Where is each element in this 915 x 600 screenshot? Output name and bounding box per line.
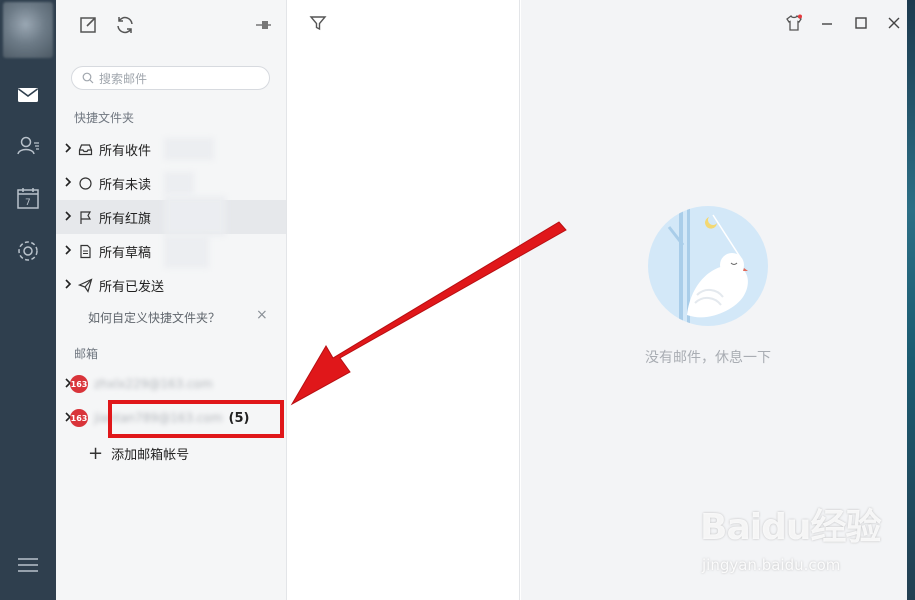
- menu-hamburger-icon[interactable]: [16, 556, 40, 574]
- folders-panel: 搜索邮件 快捷文件夹 所有收件 所有未读 所有红旗 所有草稿 所有已发送 如何自…: [56, 0, 287, 600]
- close-icon[interactable]: ×: [256, 307, 268, 323]
- mailbox-title: 邮箱: [74, 347, 99, 361]
- chevron-right-icon[interactable]: [56, 142, 76, 156]
- redaction-blur: [164, 236, 209, 268]
- plus-icon: +: [88, 442, 104, 464]
- settings-gear-icon[interactable]: [14, 237, 42, 265]
- folder-label: 所有已发送: [99, 279, 165, 295]
- chevron-right-icon[interactable]: [56, 278, 76, 292]
- folder-all-sent[interactable]: 所有已发送: [56, 268, 286, 302]
- folder-label: 所有未读: [99, 177, 152, 193]
- svg-text:7: 7: [25, 198, 31, 208]
- redaction-blur: [164, 196, 226, 236]
- 163-logo-badge: 163: [70, 375, 88, 393]
- add-mail-account-button[interactable]: + 添加邮箱帐号: [88, 444, 189, 463]
- avatar[interactable]: [3, 2, 53, 58]
- redaction-blur: [164, 172, 194, 194]
- highlight-box: [108, 400, 284, 438]
- maximize-icon[interactable]: [852, 14, 870, 32]
- search-icon: [82, 72, 94, 84]
- chevron-right-icon[interactable]: [56, 210, 76, 224]
- minimize-icon[interactable]: [818, 14, 836, 32]
- contacts-icon[interactable]: [14, 132, 42, 160]
- flag-icon: [76, 209, 94, 225]
- left-rail: 7: [0, 0, 56, 600]
- circle-icon: [76, 175, 94, 191]
- chevron-right-icon[interactable]: [56, 176, 76, 190]
- refresh-icon[interactable]: [114, 14, 136, 36]
- folder-label: 所有草稿: [99, 245, 152, 261]
- message-list: [287, 0, 520, 600]
- customize-quick-folders-link[interactable]: 如何自定义快捷文件夹？: [88, 309, 268, 326]
- calendar-icon[interactable]: 7: [14, 184, 42, 212]
- filter-icon[interactable]: [309, 14, 327, 32]
- draft-icon: [76, 243, 94, 259]
- watermark-logo-text: Baidu经验: [700, 507, 881, 548]
- quick-folders-title: 快捷文件夹: [74, 111, 135, 125]
- close-window-icon[interactable]: [885, 14, 903, 32]
- desktop-edge: [907, 0, 915, 600]
- send-icon: [76, 277, 94, 293]
- mail-icon[interactable]: [14, 81, 42, 109]
- search-placeholder: 搜索邮件: [99, 71, 148, 86]
- mailbox-account-1[interactable]: 163 zhxlx229@163.com: [56, 367, 286, 401]
- skin-shirt-icon[interactable]: [785, 14, 803, 32]
- baidu-watermark: Baidu经验 jingyan.baidu.com: [700, 498, 900, 588]
- watermark-url: jingyan.baidu.com: [702, 556, 841, 574]
- add-account-label: 添加邮箱帐号: [111, 448, 190, 463]
- compose-icon[interactable]: [78, 14, 100, 36]
- empty-state-bird-illustration: [647, 205, 769, 327]
- search-input[interactable]: 搜索邮件: [71, 66, 270, 90]
- pin-icon[interactable]: [252, 14, 274, 36]
- 163-logo-badge: 163: [70, 409, 88, 427]
- account-address: zhxlx229@163.com: [94, 377, 213, 391]
- redaction-blur: [164, 138, 214, 160]
- chevron-right-icon[interactable]: [56, 244, 76, 258]
- folder-label: 所有收件: [99, 143, 152, 159]
- folder-label: 所有红旗: [99, 211, 152, 227]
- empty-state-text: 没有邮件，休息一下: [645, 350, 771, 366]
- inbox-icon: [76, 141, 94, 157]
